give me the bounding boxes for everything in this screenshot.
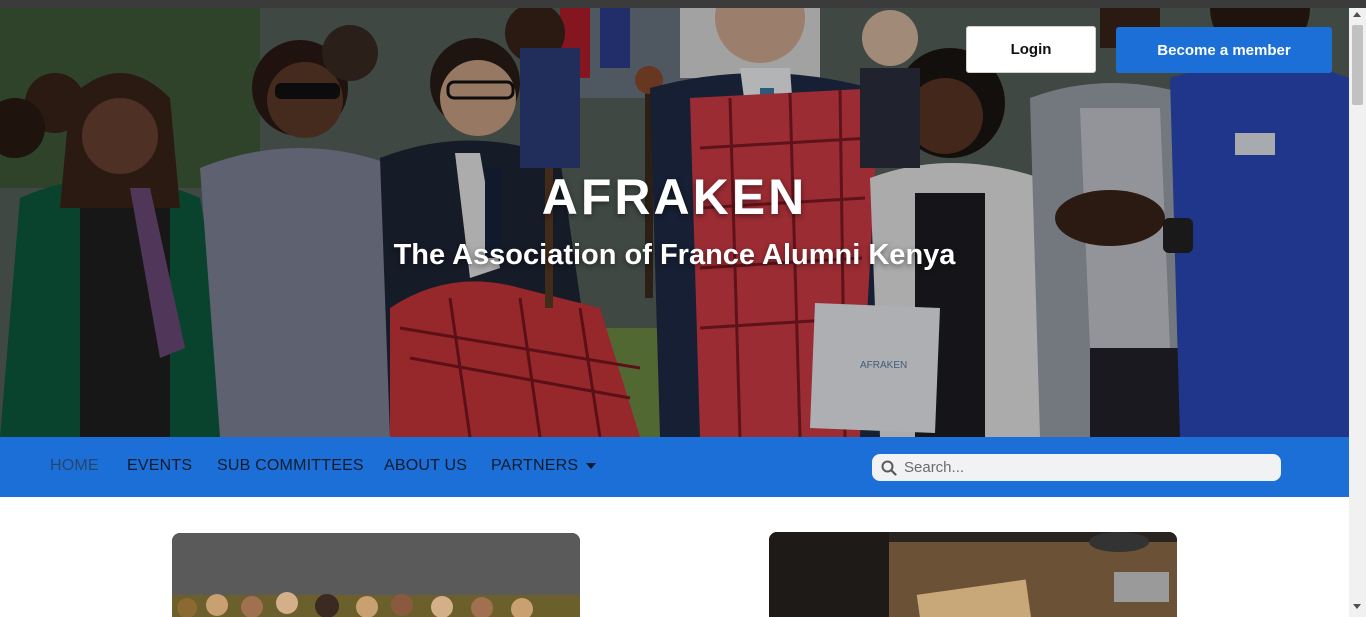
- scroll-up-arrow-icon[interactable]: [1353, 12, 1361, 17]
- nav-item-partners-label: PARTNERS: [491, 457, 579, 474]
- caret-down-icon: [586, 462, 597, 469]
- site-subtitle: The Association of France Alumni Kenya: [393, 239, 956, 271]
- search-icon[interactable]: [881, 460, 897, 476]
- nav-item-events[interactable]: EVENTS: [127, 457, 192, 475]
- search-input[interactable]: [904, 454, 1274, 481]
- browser-top-strip: [0, 0, 1366, 8]
- nav-item-home[interactable]: HOME: [50, 457, 99, 475]
- scroll-down-arrow-icon[interactable]: [1353, 604, 1361, 609]
- become-member-button[interactable]: Become a member: [1116, 27, 1332, 73]
- post-card-image[interactable]: [172, 533, 580, 617]
- post-card-image[interactable]: [769, 532, 1177, 617]
- search-box: [872, 454, 1281, 481]
- post-card-photo: [172, 533, 580, 617]
- page: AFRAKEN AFRAKEN The Association of Franc…: [0, 8, 1349, 617]
- hero-banner: AFRAKEN AFRAKEN The Association of Franc…: [0, 8, 1349, 437]
- nav-item-partners[interactable]: PARTNERS: [491, 457, 597, 475]
- site-title: AFRAKEN: [541, 169, 808, 225]
- login-button[interactable]: Login: [966, 26, 1096, 73]
- nav-item-sub-committees[interactable]: SUB COMMITTEES: [217, 457, 364, 475]
- main-nav: HOME EVENTS SUB COMMITTEES ABOUT US PART…: [0, 437, 1349, 497]
- page-scrollbar[interactable]: [1349, 8, 1366, 617]
- scrollbar-thumb[interactable]: [1352, 25, 1363, 105]
- post-card-photo: [769, 532, 1177, 617]
- nav-item-about-us[interactable]: ABOUT US: [384, 457, 467, 475]
